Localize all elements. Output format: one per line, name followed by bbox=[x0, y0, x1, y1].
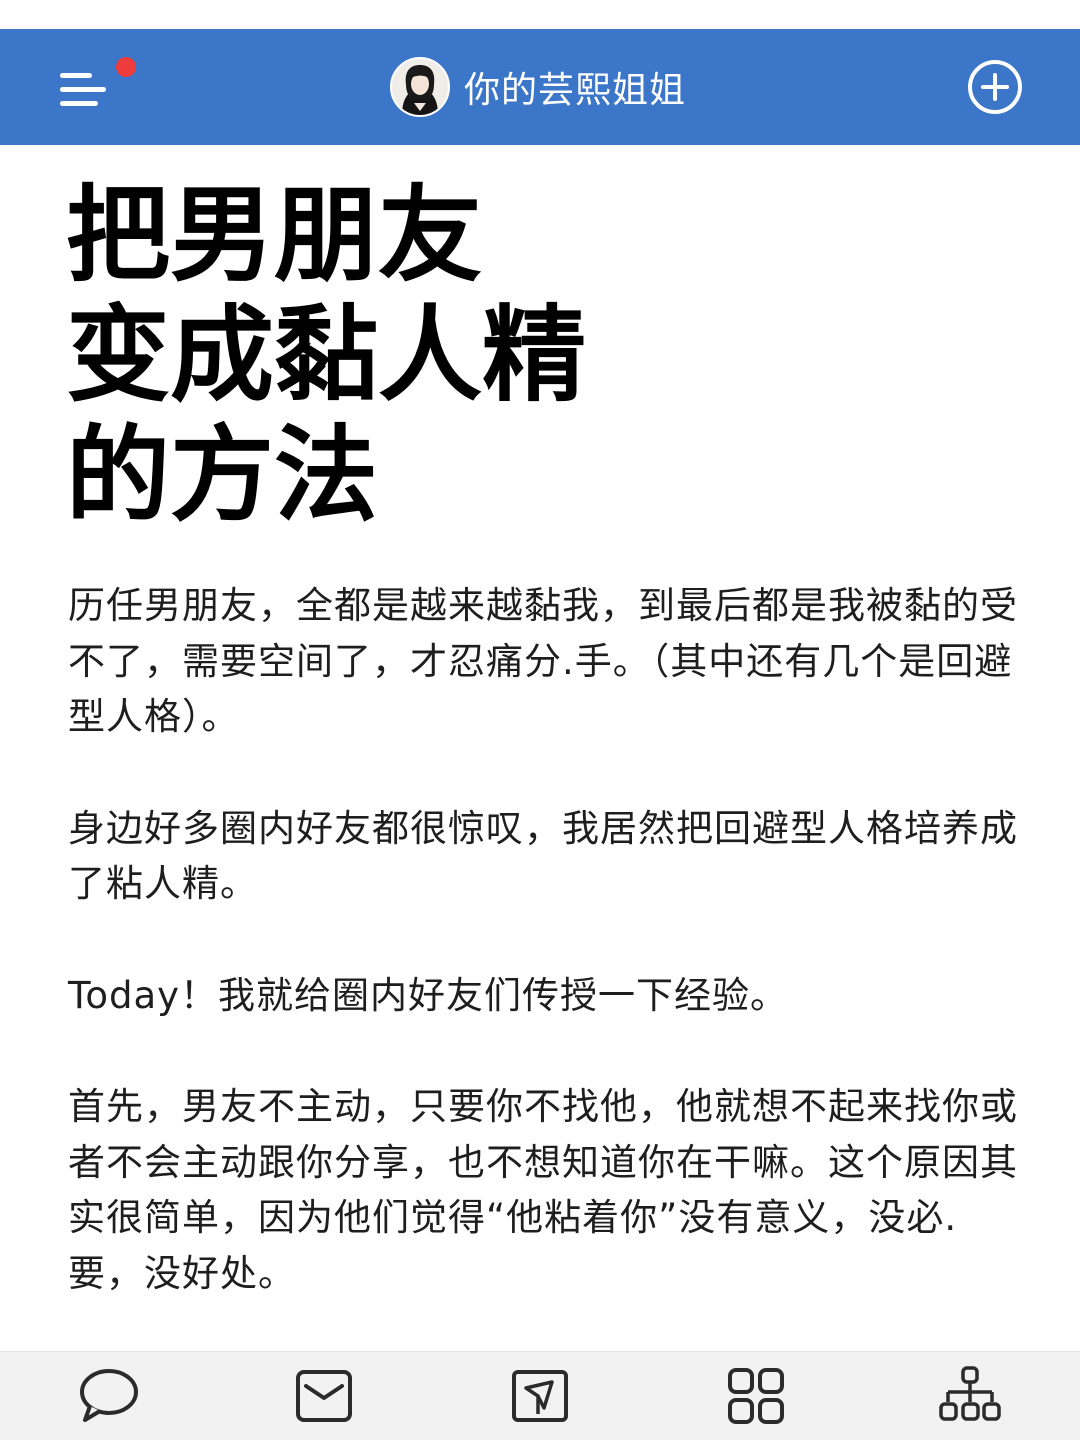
paragraph: 历任男朋友，全都是越来越黏我，到最后都是我被黏的受不了，需要空间了，才忍痛分.手… bbox=[68, 584, 1018, 738]
mail-icon bbox=[296, 1370, 352, 1422]
nav-mail-button[interactable] bbox=[292, 1364, 356, 1428]
menu-icon bbox=[60, 73, 92, 78]
nav-grid-button[interactable] bbox=[724, 1364, 788, 1428]
bottom-nav bbox=[0, 1351, 1080, 1440]
avatar-image bbox=[392, 59, 448, 115]
nav-structure-button[interactable] bbox=[938, 1364, 1002, 1428]
paragraph: Today！我就给圈内好友们传授一下经验。 bbox=[68, 973, 789, 1017]
profile-name[interactable]: 你的芸熙姐姐 bbox=[464, 61, 686, 113]
send-icon bbox=[512, 1370, 568, 1422]
chat-bubble-icon bbox=[80, 1369, 138, 1422]
app-header: 你的芸熙姐姐 bbox=[0, 29, 1080, 145]
paragraph: 身边好多圈内好友都很惊叹，我居然把回避型人格培养成了粘人精。 bbox=[68, 806, 1018, 906]
article-title: 把男朋友 变成黏人精 的方法 bbox=[66, 175, 966, 535]
status-strip bbox=[0, 0, 1080, 29]
article-title-line: 的方法 bbox=[66, 414, 379, 536]
article-body: 历任男朋友，全都是越来越黏我，到最后都是我被黏的受不了，需要空间了，才忍痛分.手… bbox=[68, 578, 1028, 1357]
org-chart-icon bbox=[939, 1366, 1001, 1421]
notification-dot bbox=[116, 57, 136, 77]
plus-circle-icon bbox=[968, 60, 1022, 114]
nav-chat-button[interactable] bbox=[76, 1364, 140, 1428]
profile-header[interactable]: 你的芸熙姐姐 bbox=[390, 56, 686, 118]
add-button[interactable] bbox=[966, 58, 1024, 116]
grid-icon bbox=[728, 1368, 784, 1424]
menu-icon-line bbox=[60, 87, 106, 92]
nav-send-button[interactable] bbox=[508, 1364, 572, 1428]
menu-icon-line bbox=[60, 101, 98, 106]
article-title-line: 把男朋友 bbox=[66, 174, 483, 296]
article-title-line: 变成黏人精 bbox=[66, 294, 587, 416]
menu-button[interactable] bbox=[52, 57, 142, 123]
avatar[interactable] bbox=[390, 57, 450, 117]
paragraph: 首先，男友不主动，只要你不找他，他就想不起来找你或者不会主动跟你分享，也不想知道… bbox=[68, 1085, 1018, 1295]
